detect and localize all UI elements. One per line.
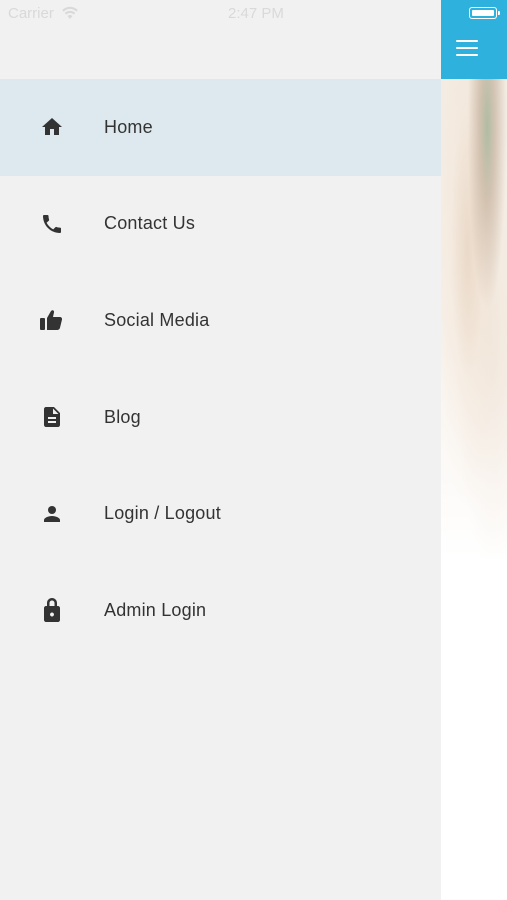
status-bar: Carrier 2:47 PM [0, 0, 441, 28]
menu-item-label: Social Media [104, 309, 210, 330]
drawer-menu: Home Contact Us Social Media Blog Login … [0, 79, 441, 659]
home-icon [38, 113, 66, 141]
battery-icon [469, 7, 500, 19]
status-time: 2:47 PM [228, 5, 284, 22]
navigation-drawer: Carrier 2:47 PM Home Contact Us Social M… [0, 0, 441, 900]
document-icon [38, 403, 66, 431]
app-bar [441, 0, 507, 79]
menu-item-label: Admin Login [104, 599, 207, 620]
hero-image [441, 79, 507, 559]
menu-item-login-logout[interactable]: Login / Logout [0, 465, 441, 562]
wifi-icon [62, 6, 78, 19]
main-content [441, 0, 507, 900]
menu-item-label: Blog [104, 406, 141, 427]
menu-item-admin-login[interactable]: Admin Login [0, 562, 441, 659]
menu-item-label: Login / Logout [104, 503, 221, 524]
menu-item-label: Home [104, 116, 153, 137]
menu-item-blog[interactable]: Blog [0, 369, 441, 466]
menu-item-label: Contact Us [104, 213, 196, 234]
menu-item-contact-us[interactable]: Contact Us [0, 176, 441, 273]
menu-item-home[interactable]: Home [0, 79, 441, 176]
carrier-label: Carrier [8, 5, 54, 22]
phone-icon [38, 210, 66, 238]
hamburger-menu-icon[interactable] [456, 40, 478, 56]
menu-item-social-media[interactable]: Social Media [0, 272, 441, 369]
lock-icon [38, 596, 66, 624]
thumbs-up-icon [38, 306, 66, 334]
person-icon [38, 500, 66, 528]
